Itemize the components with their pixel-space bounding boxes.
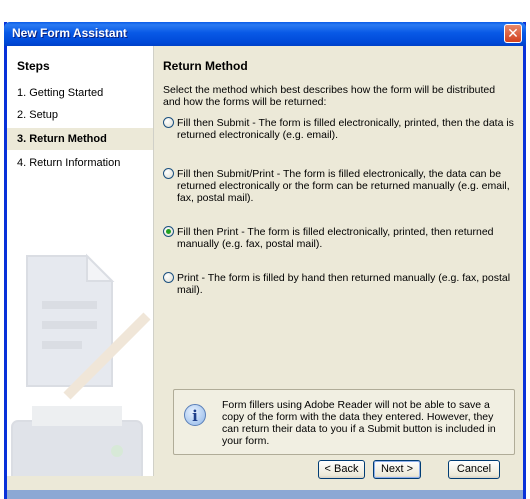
step-return-method: 3. Return Method xyxy=(7,128,153,150)
step-getting-started: 1. Getting Started xyxy=(7,82,153,104)
steps-sidebar: Steps 1. Getting Started 2. Setup 3. Ret… xyxy=(7,46,154,476)
dialog-window: New Form Assistant ✕ Steps 1. Getting St… xyxy=(4,22,526,499)
radio-button[interactable] xyxy=(163,117,174,128)
step-label: 2. Setup xyxy=(17,109,58,121)
radio-button[interactable] xyxy=(163,272,174,283)
steps-heading: Steps xyxy=(17,59,50,73)
option-label: Fill then Print - The form is filled ele… xyxy=(177,226,494,250)
desktop-strip xyxy=(0,0,530,22)
section-heading: Return Method xyxy=(163,59,248,73)
main-panel: Return Method Select the method which be… xyxy=(163,46,519,456)
close-button[interactable]: ✕ xyxy=(504,24,522,43)
radio-button-selected[interactable] xyxy=(163,226,174,237)
step-return-information: 4. Return Information xyxy=(7,152,153,174)
info-text: Form fillers using Adobe Reader will not… xyxy=(222,399,496,447)
cancel-button[interactable]: Cancel xyxy=(448,460,500,479)
step-setup: 2. Setup xyxy=(7,104,153,126)
title-bar[interactable]: New Form Assistant ✕ xyxy=(4,22,526,46)
step-label: 3. Return Method xyxy=(17,133,107,145)
window-title: New Form Assistant xyxy=(12,26,127,40)
step-label: 4. Return Information xyxy=(17,157,121,169)
step-label: 1. Getting Started xyxy=(17,87,104,99)
option-label: Print - The form is filled by hand then … xyxy=(177,272,511,296)
info-box: i Form fillers using Adobe Reader will n… xyxy=(173,389,515,455)
form-printer-illustration xyxy=(11,253,151,476)
info-icon: i xyxy=(184,404,206,426)
option-label: Fill then Submit - The form is filled el… xyxy=(177,117,514,141)
bottom-edge xyxy=(7,490,523,499)
radio-button[interactable] xyxy=(163,168,174,179)
next-button[interactable]: Next > xyxy=(373,460,421,479)
back-button[interactable]: < Back xyxy=(318,460,365,479)
close-icon: ✕ xyxy=(507,25,519,41)
intro-text: Select the method which best describes h… xyxy=(163,84,496,108)
option-label: Fill then Submit/Print - The form is fil… xyxy=(177,168,510,204)
